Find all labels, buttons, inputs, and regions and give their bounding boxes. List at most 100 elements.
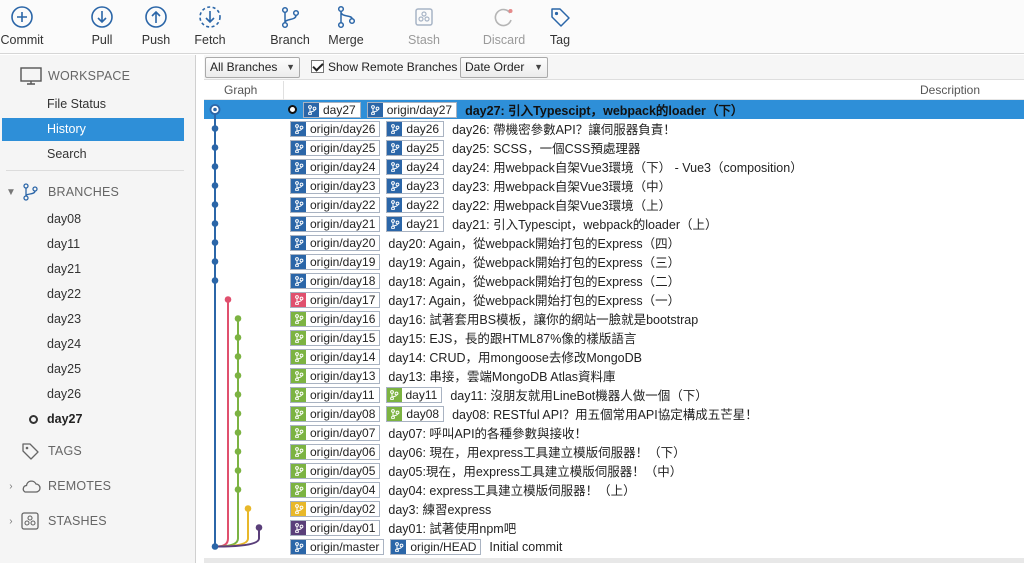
- sidebar-branch-day27[interactable]: day27: [2, 408, 184, 431]
- pull-button[interactable]: Pull: [72, 4, 132, 52]
- chevron-down-icon[interactable]: ▼: [4, 187, 18, 198]
- commit-row[interactable]: origin/day08 day08 day08: RESTful API？用五個常…: [204, 404, 1024, 423]
- stashes-section[interactable]: › STASHES: [0, 509, 196, 533]
- workspace-section[interactable]: WORKSPACE: [0, 64, 196, 88]
- chevron-right-icon[interactable]: ›: [4, 481, 18, 492]
- branch-ref-label[interactable]: day25: [386, 139, 445, 156]
- branch-ref-label[interactable]: origin/day21: [290, 215, 381, 232]
- graph-column-header[interactable]: Graph: [224, 83, 257, 97]
- branches-dropdown[interactable]: All Branches ▼: [205, 57, 300, 78]
- commit-row[interactable]: origin/day17 day17: Again，從webpack開始打包的Ex…: [204, 290, 1024, 309]
- sidebar-branch-day23[interactable]: day23: [2, 308, 184, 331]
- branch-ref-label[interactable]: day11: [385, 386, 443, 403]
- commit-row[interactable]: origin/day07 day07: 呼叫API的各種參數與接收！: [204, 423, 1024, 442]
- branch-ref-label[interactable]: origin/day22: [290, 196, 381, 213]
- branch-button[interactable]: Branch: [260, 4, 320, 52]
- commit-button[interactable]: Commit: [0, 4, 52, 52]
- branches-section[interactable]: ▼ BRANCHES: [0, 180, 196, 204]
- branch-ref-label[interactable]: day24: [386, 158, 445, 175]
- branch-ref-label[interactable]: day26: [386, 120, 445, 137]
- commit-row[interactable]: origin/day21 day21 day21: 引入Typescipt，webp…: [204, 214, 1024, 233]
- commit-row[interactable]: origin/day02 day3: 練習express: [204, 499, 1024, 518]
- branch-ref-label[interactable]: origin/day02: [290, 500, 381, 517]
- branch-ref-label[interactable]: origin/day01: [290, 519, 381, 536]
- commit-message: day13: 串接，雲端MongoDB Atlas資料庫: [388, 370, 616, 384]
- branch-ref-label[interactable]: day21: [386, 215, 445, 232]
- commit-message: day21: 引入Typescipt，webpack的loader（上）: [452, 218, 718, 232]
- commit-row[interactable]: origin/day16 day16: 試著套用BS模板，讓你的網站一臉就是boo…: [204, 309, 1024, 328]
- branch-ref-label[interactable]: origin/day17: [290, 291, 381, 308]
- sidebar-item-file-status[interactable]: File Status: [2, 93, 184, 116]
- commit-row[interactable]: origin/day26 day26 day26: 帶機密參數API？讓伺服器負責！: [204, 119, 1024, 138]
- sidebar-item-history[interactable]: History: [2, 118, 184, 141]
- commit-row[interactable]: origin/day01 day01: 試著使用npm吧: [204, 518, 1024, 537]
- branch-ref-label[interactable]: origin/day23: [290, 177, 381, 194]
- branch-ref-label[interactable]: origin/day27: [366, 101, 458, 118]
- commit-row[interactable]: origin/day23 day23 day23: 用webpack自架Vue3環境…: [204, 176, 1024, 195]
- tag-button[interactable]: Tag: [530, 4, 590, 52]
- branch-ref-label[interactable]: origin/day06: [290, 443, 381, 460]
- commit-row[interactable]: origin/day13 day13: 串接，雲端MongoDB Atlas資料庫: [204, 366, 1024, 385]
- commit-row[interactable]: origin/day20 day20: Again，從webpack開始打包的Ex…: [204, 233, 1024, 252]
- commit-row[interactable]: origin/day06 day06: 現在，用express工具建立模版伺服器！…: [204, 442, 1024, 461]
- branch-ref-label[interactable]: origin/HEAD: [390, 538, 482, 555]
- sidebar-branch-day26[interactable]: day26: [2, 383, 184, 406]
- branch-ref-label[interactable]: origin/day25: [290, 139, 381, 156]
- commit-row[interactable]: origin/day22 day22 day22: 用webpack自架Vue3環境…: [204, 195, 1024, 214]
- remotes-section[interactable]: › REMOTES: [0, 474, 196, 498]
- commit-row[interactable]: origin/day25 day25 day25: SCSS，一個CSS預處理器: [204, 138, 1024, 157]
- branch-ref-label[interactable]: origin/day20: [290, 234, 381, 251]
- branch-ref-label[interactable]: day27: [303, 101, 361, 118]
- tag-icon: [547, 4, 573, 30]
- commit-row[interactable]: origin/day04 day04: express工具建立模版伺服器！（上）: [204, 480, 1024, 499]
- commit-row[interactable]: origin/day15 day15: EJS，長的跟HTML87%像的樣版語言: [204, 328, 1024, 347]
- branch-ref-label[interactable]: origin/day11: [290, 386, 380, 403]
- commit-row[interactable]: origin/day24 day24 day24: 用webpack自架Vue3環境…: [204, 157, 1024, 176]
- commit-row[interactable]: day27 origin/day27 day27: 引入Typescipt，webp…: [204, 100, 1024, 119]
- sidebar-branch-day11[interactable]: day11: [2, 233, 184, 256]
- sidebar-branch-day24[interactable]: day24: [2, 333, 184, 356]
- order-dropdown[interactable]: Date Order ▼: [460, 57, 548, 78]
- sidebar-branch-day08[interactable]: day08: [2, 208, 184, 231]
- branch-ref-label[interactable]: origin/master: [290, 538, 385, 555]
- branch-ref-label[interactable]: origin/day13: [290, 367, 381, 384]
- branch-ref-label[interactable]: origin/day08: [290, 405, 381, 422]
- sidebar-branch-day22[interactable]: day22: [2, 283, 184, 306]
- branch-ref-label[interactable]: origin/day19: [290, 253, 381, 270]
- sidebar-item-search[interactable]: Search: [2, 143, 184, 166]
- description-column-header[interactable]: Description: [920, 83, 980, 97]
- horizontal-scrollbar[interactable]: [204, 558, 1024, 563]
- chevron-right-icon[interactable]: ›: [4, 516, 18, 527]
- branch-ref-text: origin/day17: [310, 292, 376, 307]
- branch-ref-label[interactable]: day22: [386, 196, 445, 213]
- commit-row[interactable]: origin/master origin/HEAD Initial commit: [204, 537, 1024, 556]
- branch-ref-label[interactable]: day23: [386, 177, 445, 194]
- sidebar-branch-day21[interactable]: day21: [2, 258, 184, 281]
- commit-row[interactable]: origin/day11 day11 day11: 沒朋友就用LineBot機器人做…: [204, 385, 1024, 404]
- branch-ref-label[interactable]: origin/day04: [290, 481, 381, 498]
- fetch-button[interactable]: Fetch: [180, 4, 240, 52]
- branch-ref-label[interactable]: origin/day16: [290, 310, 381, 327]
- commit-row[interactable]: origin/day05 day05:現在，用express工具建立模版伺服器！（…: [204, 461, 1024, 480]
- branch-ref-label[interactable]: day08: [386, 405, 445, 422]
- show-remote-checkbox[interactable]: [311, 60, 324, 73]
- tags-section[interactable]: TAGS: [0, 439, 196, 463]
- branch-ref-label[interactable]: origin/day26: [290, 120, 381, 137]
- tag-icon: [22, 443, 39, 460]
- sidebar-branch-day25[interactable]: day25: [2, 358, 184, 381]
- commit-row[interactable]: origin/day18 day18: Again，從webpack開始打包的Ex…: [204, 271, 1024, 290]
- branch-ref-label[interactable]: origin/day24: [290, 158, 381, 175]
- branch-ref-label[interactable]: origin/day14: [290, 348, 381, 365]
- push-button[interactable]: Push: [126, 4, 186, 52]
- branch-ref-label[interactable]: origin/day07: [290, 424, 381, 441]
- commit-message: day24: 用webpack自架Vue3環境（下） - Vue3（compos…: [452, 161, 803, 175]
- commit-row[interactable]: origin/day14 day14: CRUD，用mongoose去修改Mong…: [204, 347, 1024, 366]
- branch-icon: [291, 121, 306, 136]
- merge-button[interactable]: Merge: [316, 4, 376, 52]
- stash-button[interactable]: Stash: [394, 4, 454, 52]
- branch-ref-label[interactable]: origin/day05: [290, 462, 381, 479]
- discard-button[interactable]: Discard: [474, 4, 534, 52]
- commit-row[interactable]: origin/day19 day19: Again，從webpack開始打包的Ex…: [204, 252, 1024, 271]
- branch-ref-label[interactable]: origin/day15: [290, 329, 381, 346]
- branch-ref-label[interactable]: origin/day18: [290, 272, 381, 289]
